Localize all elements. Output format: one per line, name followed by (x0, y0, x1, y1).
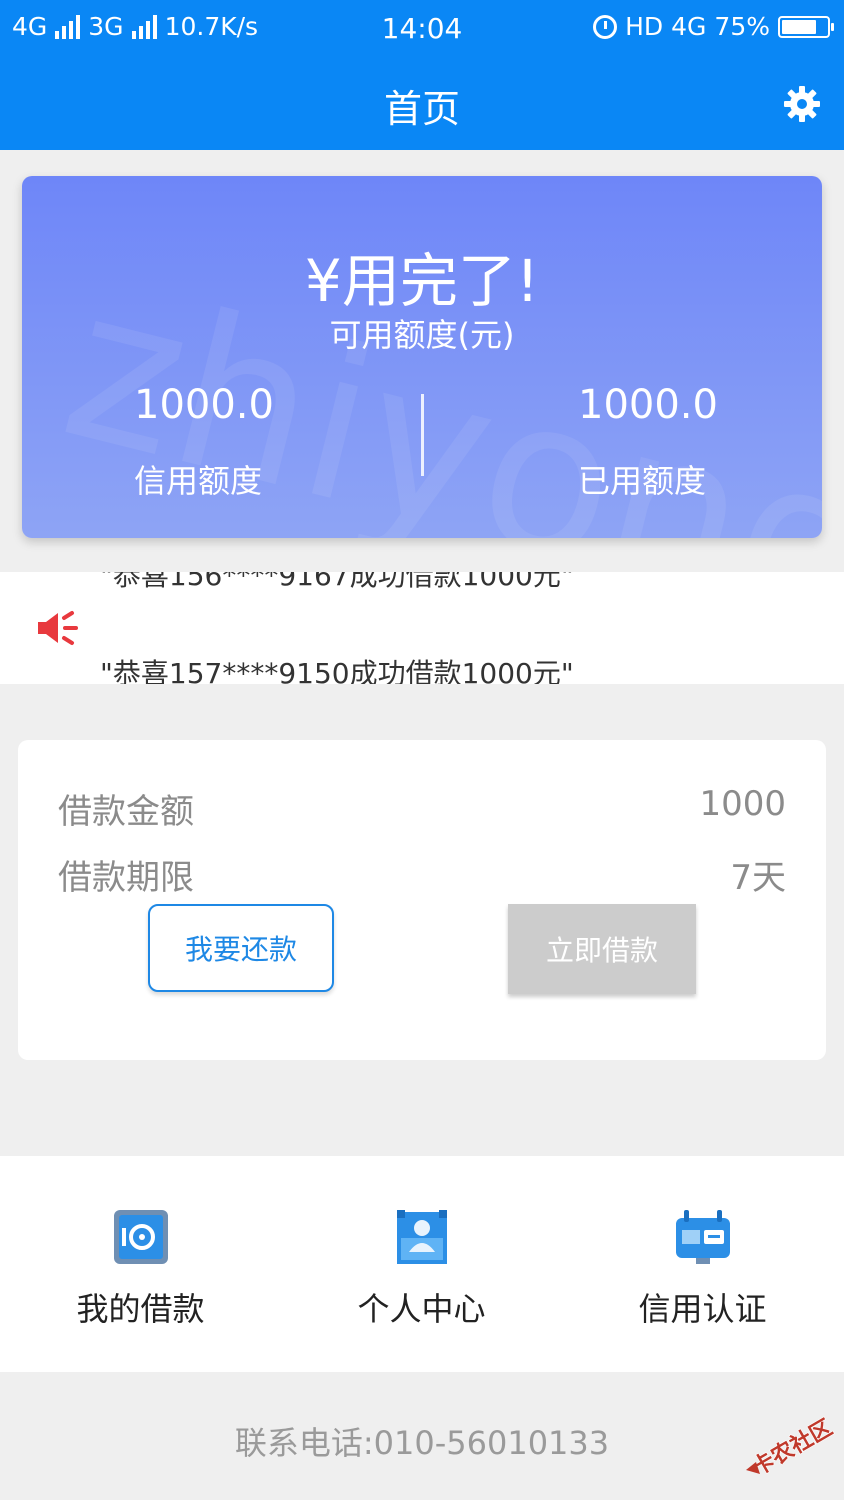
battery-percent: 75% (714, 12, 770, 41)
svg-text:卡农社区: 卡农社区 (748, 1415, 837, 1482)
notice-message: "恭喜157****9150成功借款1000元" (100, 657, 574, 684)
person-icon (397, 1210, 447, 1264)
menu-item-label: 我的借款 (76, 1290, 205, 1328)
used-limit-value: 1000.0 (578, 382, 718, 428)
battery-icon (778, 15, 834, 38)
kanong-logo: 卡农社区 (746, 1414, 837, 1482)
page-title: 首页 (383, 87, 460, 131)
id-card-icon (676, 1210, 730, 1264)
loan-amount-label: 借款金额 (58, 792, 194, 832)
loan-term-value: 7天 (730, 858, 786, 898)
credit-limit-value: 1000.0 (134, 382, 274, 428)
speaker-icon (38, 611, 78, 645)
menu-item-personal-center[interactable]: 个人中心 (281, 1156, 562, 1372)
menu-item-label: 个人中心 (357, 1290, 486, 1328)
notice-ticker: "恭喜156****9167成功借款1000元" "恭喜157****9150成… (0, 572, 844, 684)
menu-item-credit-certification[interactable]: 信用认证 (562, 1156, 843, 1372)
menu-item-my-loans[interactable]: 我的借款 (0, 1156, 281, 1372)
available-amount: ¥用完了! (304, 247, 540, 315)
safe-icon (114, 1210, 168, 1264)
credit-card: zhiyong ¥用完了! 可用额度(元) 1000.0 信用额度 1000.0… (22, 176, 822, 538)
loan-term-label: 借款期限 (58, 858, 194, 898)
gear-icon[interactable] (782, 84, 822, 124)
alarm-icon (593, 14, 618, 39)
card-divider (421, 394, 424, 476)
used-limit-label: 已用额度 (578, 462, 707, 500)
loan-card: 借款金额 1000 借款期限 7天 我要还款 立即借款 (18, 740, 826, 1060)
menu-grid: 我的借款 个人中心 信用认证 (0, 1156, 844, 1372)
hd-label: HD (625, 12, 664, 41)
borrow-now-button[interactable]: 立即借款 (508, 904, 696, 994)
menu-item-label: 信用认证 (638, 1290, 767, 1328)
contact-phone[interactable]: 联系电话:010-56010133 (0, 1418, 844, 1464)
credit-limit-label: 信用额度 (134, 462, 263, 500)
loan-amount-value: 1000 (699, 784, 786, 824)
available-label: 可用额度(元) (329, 316, 515, 354)
network-4g-label-2: 4G (671, 12, 707, 41)
notice-message: "恭喜156****9167成功借款1000元" (100, 572, 574, 592)
repay-button[interactable]: 我要还款 (148, 904, 334, 992)
status-bar: 4G 3G 10.7K/s 14:04 HD 4G 75% (0, 0, 844, 58)
